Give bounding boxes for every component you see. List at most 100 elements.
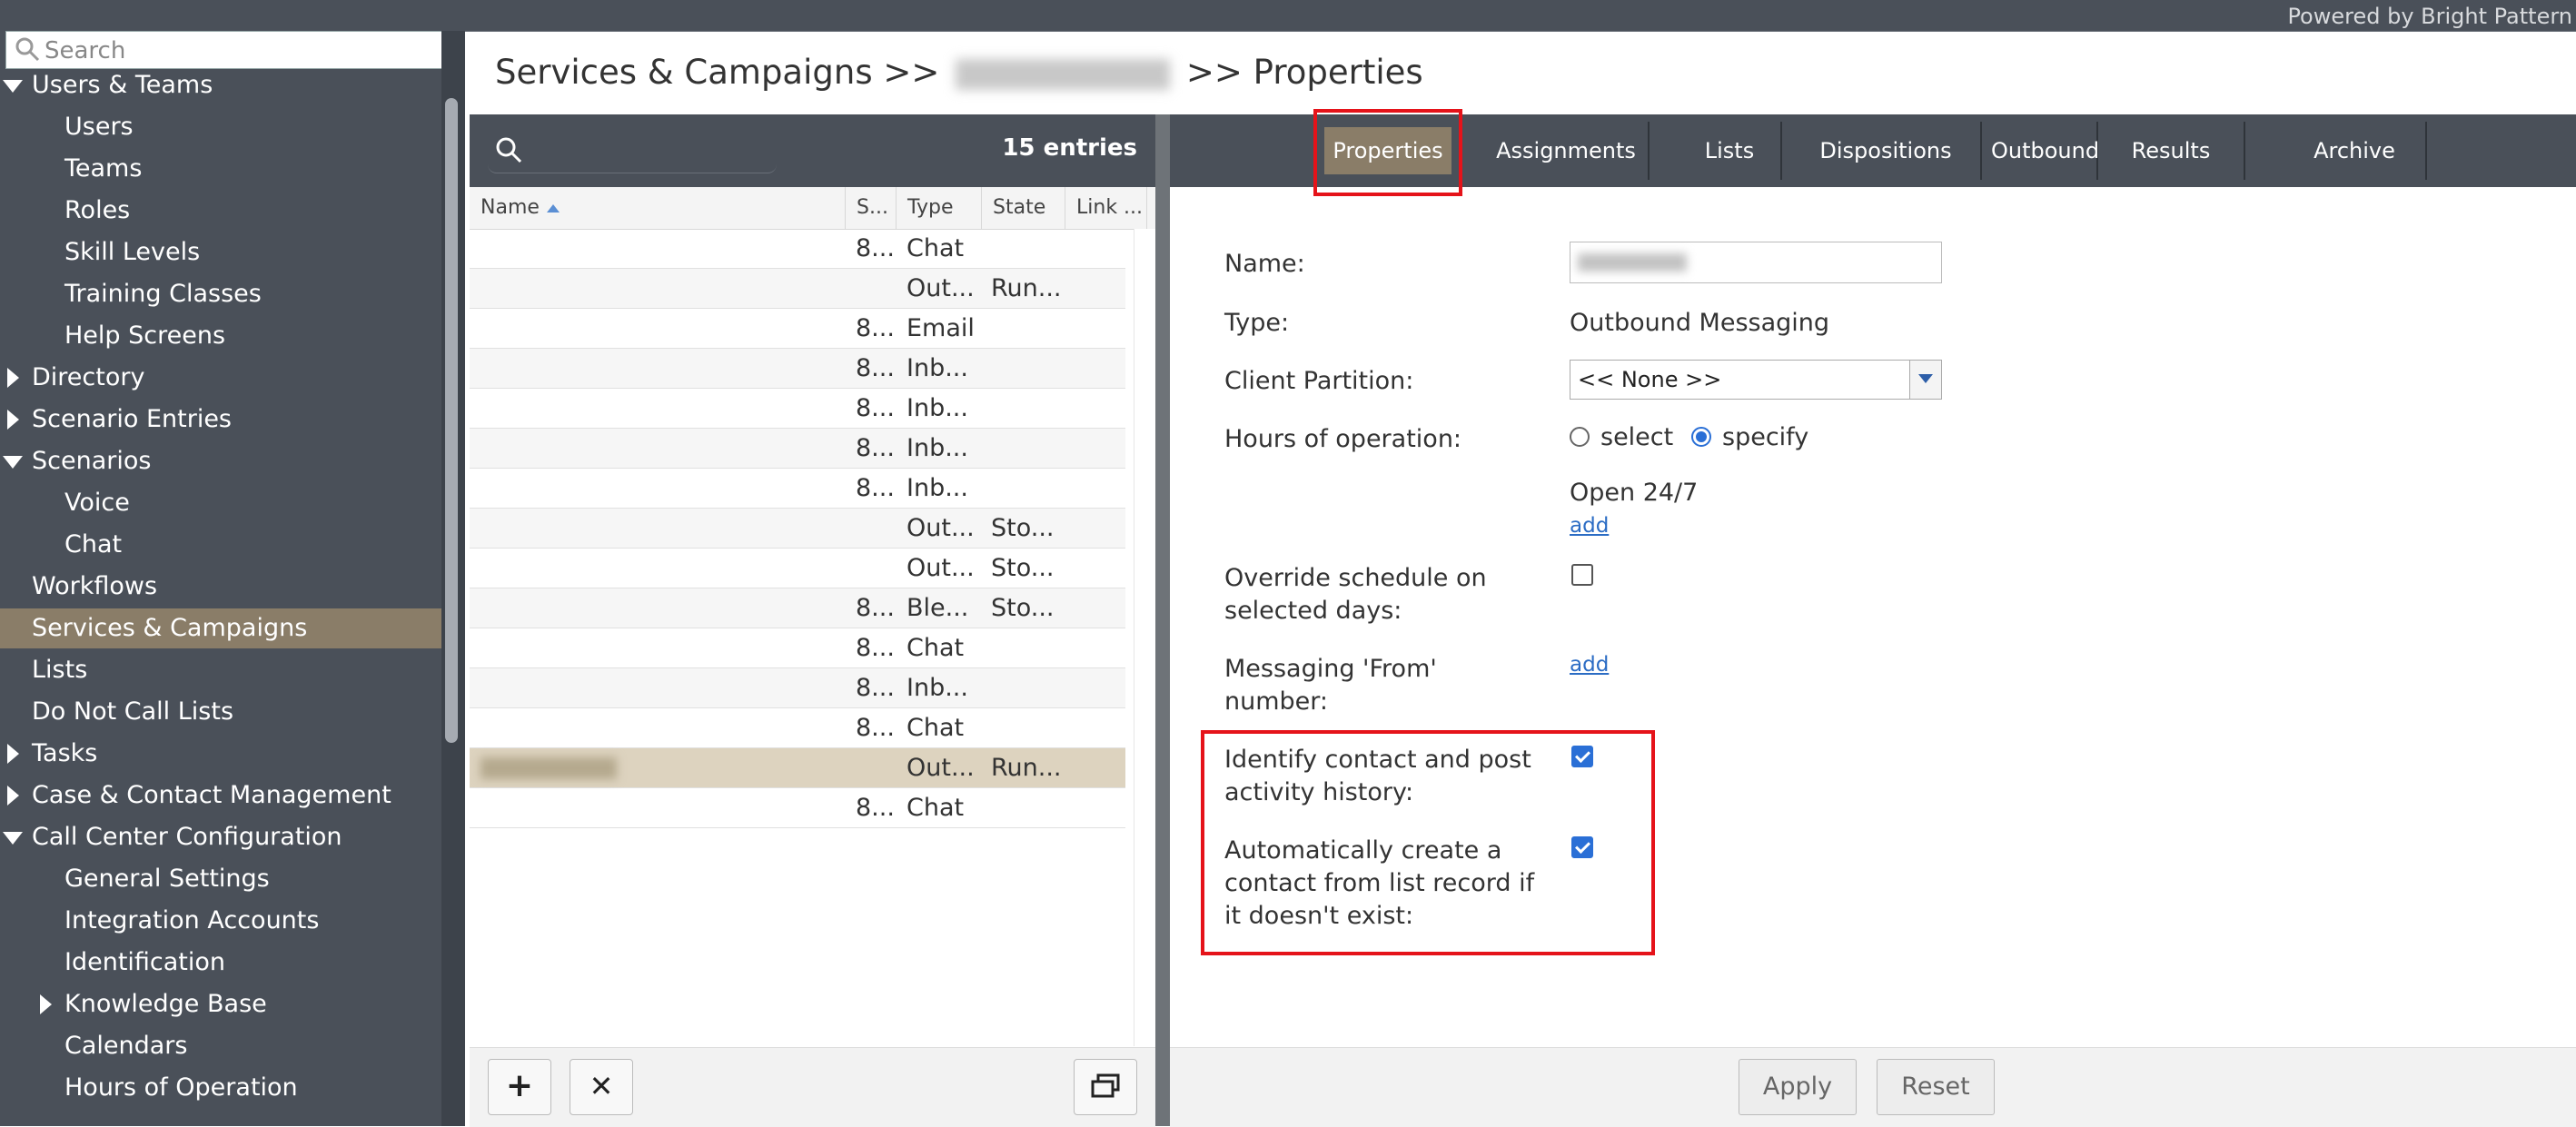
sidebar-item-workflows[interactable]: Workflows xyxy=(0,567,441,607)
table-row[interactable]: 8... Chat xyxy=(470,708,1125,748)
row-s-cell: 8... xyxy=(856,794,895,822)
table-row[interactable]: 8... Chat xyxy=(470,788,1125,828)
collapsed-arrow-icon[interactable] xyxy=(7,786,19,806)
sidebar-item-skill-levels[interactable]: Skill Levels xyxy=(0,232,441,272)
search-icon xyxy=(15,37,40,62)
sidebar-item-tasks[interactable]: Tasks xyxy=(0,734,441,774)
hours-select-radio[interactable] xyxy=(1570,427,1590,447)
column-name[interactable]: Name xyxy=(470,187,846,229)
search-input[interactable] xyxy=(43,32,437,70)
add-button[interactable]: + xyxy=(488,1059,551,1115)
name-label: Name: xyxy=(1224,250,1305,278)
sidebar-item-identification[interactable]: Identification xyxy=(0,943,441,983)
row-state-cell: Sto... xyxy=(991,514,1055,542)
sidebar-item-integration-accounts[interactable]: Integration Accounts xyxy=(0,901,441,941)
row-s-cell: 8... xyxy=(856,434,895,462)
sidebar-item-hours-of-operation[interactable]: Hours of Operation xyxy=(0,1068,441,1108)
breadcrumb-services[interactable]: Services & Campaigns >> xyxy=(495,53,939,92)
table-row[interactable]: 8... Chat xyxy=(470,229,1125,269)
table-row[interactable]: Out... Run... xyxy=(470,269,1125,309)
top-bar: Powered by Bright Pattern xyxy=(0,0,2576,32)
sidebar-item-label: Roles xyxy=(64,196,131,224)
collapsed-arrow-icon[interactable] xyxy=(7,744,19,764)
sidebar-item-label: Hours of Operation xyxy=(64,1073,298,1102)
override-checkbox[interactable] xyxy=(1571,564,1593,586)
sidebar-item-voice[interactable]: Voice xyxy=(0,483,441,523)
table-row[interactable]: 8... Inb... xyxy=(470,429,1125,469)
table-row[interactable]: 8... Inb... xyxy=(470,349,1125,389)
sidebar-item-label: Services & Campaigns xyxy=(32,614,308,642)
sidebar-item-call-center-configuration[interactable]: Call Center Configuration xyxy=(0,817,441,857)
hours-specify-radio[interactable] xyxy=(1691,427,1711,447)
name-input[interactable] xyxy=(1570,242,1942,283)
row-state-cell: Sto... xyxy=(991,594,1055,622)
sidebar-item-services-campaigns[interactable]: Services & Campaigns xyxy=(0,608,441,648)
hours-value: Open 24/7 xyxy=(1570,479,1699,507)
sidebar-item-lists[interactable]: Lists xyxy=(0,650,441,690)
sidebar-item-case-contact-management[interactable]: Case & Contact Management xyxy=(0,776,441,816)
list-scrollbar[interactable] xyxy=(1134,229,1156,1046)
hours-select-label[interactable]: select xyxy=(1600,421,1673,454)
tab-results[interactable]: Results xyxy=(2098,122,2245,180)
sidebar-item-users[interactable]: Users xyxy=(0,107,441,147)
breadcrumb-current: >> Properties xyxy=(1185,53,1423,92)
list-column-header: Name S... Type State Link ... xyxy=(470,187,1155,230)
add-hours-link[interactable]: add xyxy=(1570,514,1609,538)
tab-outbound[interactable]: Outbound xyxy=(1991,122,2099,180)
tab-assignments[interactable]: Assignments xyxy=(1484,122,1650,180)
table-row[interactable]: 8... Inb... xyxy=(470,389,1125,429)
hours-specify-label[interactable]: specify xyxy=(1722,421,1808,454)
column-type[interactable]: Type xyxy=(897,187,982,229)
sidebar-item-general-settings[interactable]: General Settings xyxy=(0,859,441,899)
sidebar-item-label: Skill Levels xyxy=(64,238,201,266)
column-state[interactable]: State xyxy=(982,187,1065,229)
client-partition-select[interactable]: << None >> xyxy=(1570,360,1942,400)
table-row[interactable]: 8... Ble... Sto... xyxy=(470,588,1125,628)
table-row[interactable]: 8... Inb... xyxy=(470,668,1125,708)
collapsed-arrow-icon[interactable] xyxy=(40,994,52,1014)
sidebar-item-teams[interactable]: Teams xyxy=(0,149,441,189)
chevron-down-icon[interactable] xyxy=(1909,361,1941,399)
tab-dispositions[interactable]: Dispositions xyxy=(1791,122,1982,180)
apply-button[interactable]: Apply xyxy=(1739,1059,1857,1115)
sidebar-item-do-not-call-lists[interactable]: Do Not Call Lists xyxy=(0,692,441,732)
expanded-arrow-icon[interactable] xyxy=(3,80,23,93)
table-row[interactable]: 8... Chat xyxy=(470,628,1125,668)
search-box[interactable] xyxy=(5,31,445,70)
page-title: Services & Campaigns >> >> Properties xyxy=(495,53,1423,92)
column-s[interactable]: S... xyxy=(846,187,897,229)
expanded-arrow-icon[interactable] xyxy=(3,832,23,845)
sidebar-item-help-screens[interactable]: Help Screens xyxy=(0,316,441,356)
sidebar-item-roles[interactable]: Roles xyxy=(0,191,441,231)
list-search-field[interactable] xyxy=(488,127,777,173)
table-row[interactable]: Out... Sto... xyxy=(470,549,1125,588)
sidebar-scrollbar[interactable] xyxy=(445,98,458,743)
breadcrumb-service-name-redacted xyxy=(956,58,1171,90)
add-from-number-link[interactable]: add xyxy=(1570,653,1609,677)
reset-button[interactable]: Reset xyxy=(1877,1059,1995,1115)
table-row[interactable]: 8... Inb... xyxy=(470,469,1125,509)
sidebar-item-knowledge-base[interactable]: Knowledge Base xyxy=(0,984,441,1024)
popout-button[interactable] xyxy=(1074,1059,1137,1115)
sidebar-item-calendars[interactable]: Calendars xyxy=(0,1026,441,1066)
panel-splitter[interactable] xyxy=(1155,114,1170,1126)
sidebar-item-scenario-entries[interactable]: Scenario Entries xyxy=(0,400,441,440)
table-row[interactable]: Out... Sto... xyxy=(470,509,1125,549)
table-row[interactable]: 8... Email xyxy=(470,309,1125,349)
table-row[interactable]: Out... Run... xyxy=(470,748,1125,788)
sidebar-item-label: Scenario Entries xyxy=(32,405,232,433)
sidebar-item-users-teams[interactable]: Users & Teams xyxy=(0,65,441,105)
sidebar-item-chat[interactable]: Chat xyxy=(0,525,441,565)
sidebar-item-scenarios[interactable]: Scenarios xyxy=(0,441,441,481)
expanded-arrow-icon[interactable] xyxy=(3,456,23,469)
sidebar-item-label: Chat xyxy=(64,530,123,559)
sidebar-item-training-classes[interactable]: Training Classes xyxy=(0,274,441,314)
name-value-redacted xyxy=(1578,253,1687,272)
tab-archive[interactable]: Archive xyxy=(2284,122,2427,180)
collapsed-arrow-icon[interactable] xyxy=(7,368,19,388)
delete-button[interactable]: ✕ xyxy=(570,1059,633,1115)
tab-lists[interactable]: Lists xyxy=(1679,122,1782,180)
sidebar-item-directory[interactable]: Directory xyxy=(0,358,441,398)
column-link[interactable]: Link ... xyxy=(1065,187,1147,229)
collapsed-arrow-icon[interactable] xyxy=(7,410,19,430)
